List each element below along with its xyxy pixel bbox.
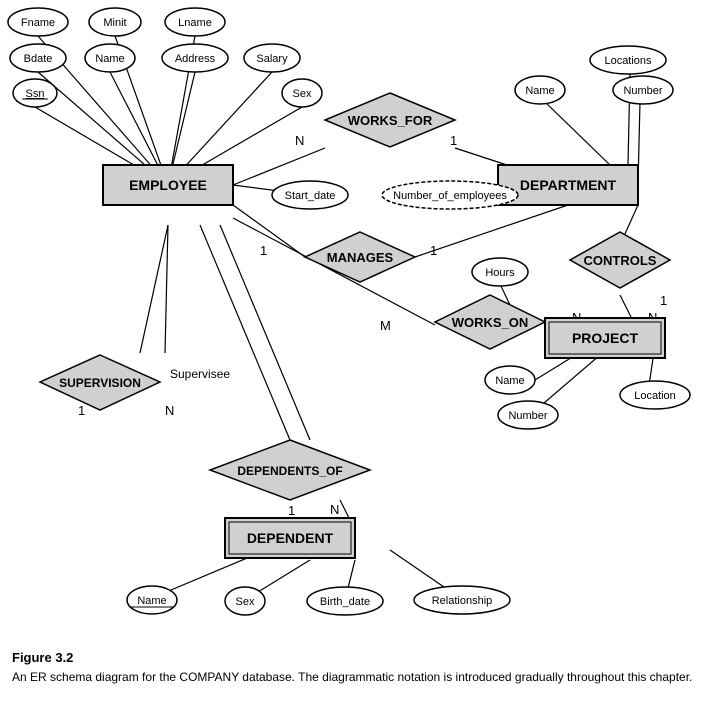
svg-text:WORKS_ON: WORKS_ON [452,315,529,330]
svg-text:EMPLOYEE: EMPLOYEE [129,177,207,193]
svg-text:DEPARTMENT: DEPARTMENT [520,177,617,193]
svg-text:MANAGES: MANAGES [327,250,394,265]
svg-text:Number: Number [623,85,662,97]
svg-text:Number_of_employees: Number_of_employees [393,190,507,202]
figure-title: Figure 3.2 [12,650,73,665]
svg-text:1: 1 [450,133,457,148]
svg-text:Location: Location [634,390,676,402]
svg-text:Locations: Locations [604,55,652,67]
svg-text:Ssn: Ssn [26,88,45,100]
svg-text:Salary: Salary [256,53,288,65]
svg-text:PROJECT: PROJECT [572,330,639,346]
svg-text:1: 1 [430,243,437,258]
svg-text:CONTROLS: CONTROLS [584,253,657,268]
svg-text:1: 1 [288,503,295,518]
svg-text:1: 1 [78,403,85,418]
svg-text:M: M [380,318,391,333]
svg-text:Number: Number [508,410,547,422]
er-diagram: N 1 1 1 M N 1 N Supervisor Supervisee 1 … [0,0,728,640]
svg-text:Name: Name [95,53,124,65]
svg-text:Lname: Lname [178,17,212,29]
svg-text:1: 1 [260,243,267,258]
svg-text:Sex: Sex [293,88,312,100]
svg-text:Hours: Hours [485,267,515,279]
svg-text:DEPENDENT: DEPENDENT [247,530,334,546]
svg-text:Start_date: Start_date [285,190,336,202]
svg-text:N: N [330,502,339,517]
svg-text:1: 1 [660,293,667,308]
svg-text:SUPERVISION: SUPERVISION [59,376,141,390]
svg-text:Name: Name [525,85,554,97]
svg-text:Sex: Sex [236,596,255,608]
svg-text:Minit: Minit [103,17,126,29]
figure-caption: Figure 3.2 An ER schema diagram for the … [0,640,728,694]
svg-text:Relationship: Relationship [432,595,493,607]
svg-text:WORKS_FOR: WORKS_FOR [348,113,433,128]
svg-text:Name: Name [137,595,166,607]
svg-text:Name: Name [495,375,524,387]
svg-text:Fname: Fname [21,17,55,29]
svg-text:Address: Address [175,53,216,65]
svg-text:Supervisee: Supervisee [170,367,230,381]
figure-text: An ER schema diagram for the COMPANY dat… [12,670,692,684]
svg-text:N: N [165,403,174,418]
svg-text:Birth_date: Birth_date [320,596,370,608]
svg-text:Bdate: Bdate [24,53,53,65]
svg-text:N: N [295,133,304,148]
svg-text:DEPENDENTS_OF: DEPENDENTS_OF [237,464,342,478]
